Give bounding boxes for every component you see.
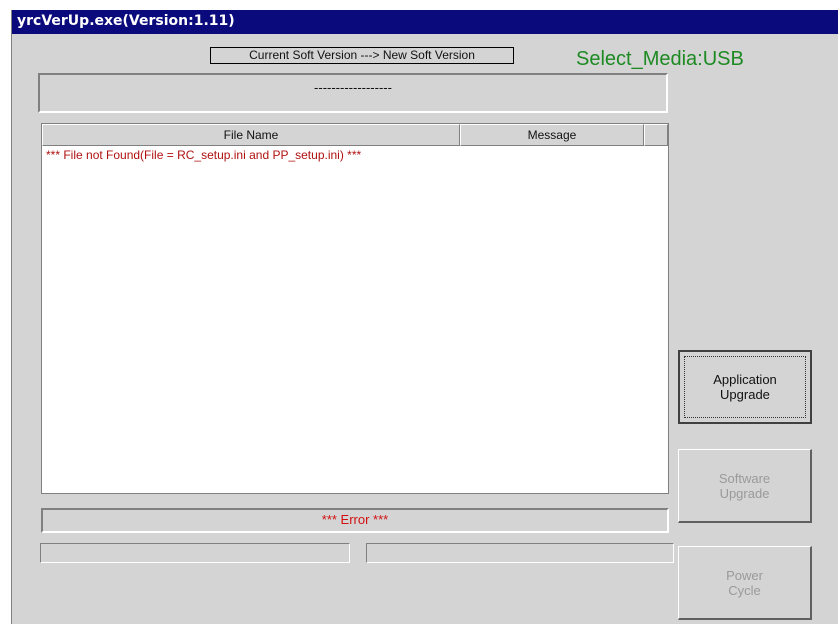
status-field-left [40,543,350,563]
file-list-header: File Name Message [42,124,668,146]
window-title: yrcVerUp.exe(Version:1.11) [17,13,235,29]
column-header-file-name[interactable]: File Name [42,124,460,146]
focus-rectangle [684,356,806,418]
status-field-right [366,543,674,563]
column-header-message[interactable]: Message [460,124,644,146]
column-header-extra[interactable] [644,124,668,146]
error-text: *** Error *** [321,512,389,527]
power-cycle-label: Power Cycle [726,567,763,598]
app-window: yrcVerUp.exe(Version:1.11) Current Soft … [11,10,838,624]
error-status-bar: *** Error *** [41,508,669,533]
title-bar[interactable]: yrcVerUp.exe(Version:1.11) [12,10,838,34]
software-upgrade-label: Software Upgrade [718,470,771,501]
select-media-label: Select_Media:USB [576,48,744,70]
version-display: ------------------ [38,73,668,113]
software-upgrade-button[interactable]: Software Upgrade [678,449,812,523]
version-caption: Current Soft Version ---> New Soft Versi… [210,47,514,64]
power-cycle-button[interactable]: Power Cycle [678,546,812,620]
file-list[interactable]: File Name Message *** File not Found(Fil… [41,123,669,494]
application-upgrade-button[interactable]: Application Upgrade [678,350,812,424]
version-value: ------------------ [314,80,392,95]
list-item[interactable]: *** File not Found(File = RC_setup.ini a… [46,148,361,162]
